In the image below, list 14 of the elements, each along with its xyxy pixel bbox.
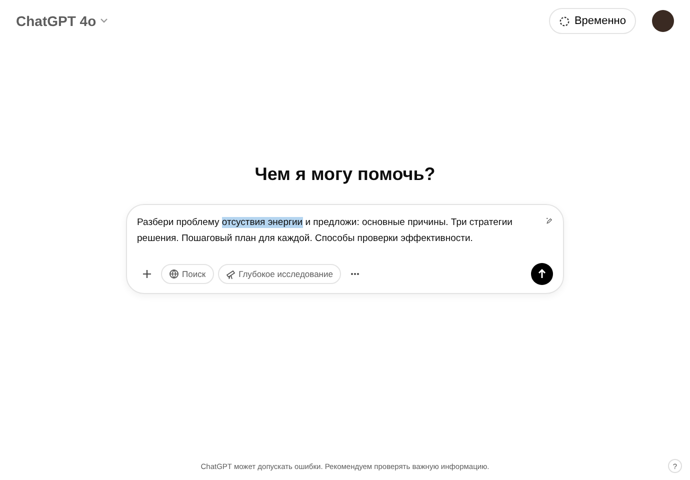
model-selector[interactable]: ChatGPT 4o [16,10,96,32]
plus-icon [142,268,152,279]
research-button[interactable]: Глубокое исследование [218,264,341,284]
arrow-up-icon [537,268,547,279]
dashed-circle-icon [559,16,570,26]
globe-icon [169,268,179,279]
temporary-chat-button[interactable]: Временно [549,8,636,34]
telescope-icon [226,268,236,279]
avatar[interactable] [652,10,674,32]
prompt-input[interactable]: Разбери проблему отсуствия энергии и предложи: основные причины. Три стратегии решения. Пошаговый план для каждой. Способы проверки эффективности. [137,214,538,247]
search-button[interactable]: Поиск [161,264,214,284]
chevron-down-icon [100,18,108,24]
greeting-heading: Чем я могу помочь? [254,162,436,186]
send-button[interactable] [531,262,553,285]
